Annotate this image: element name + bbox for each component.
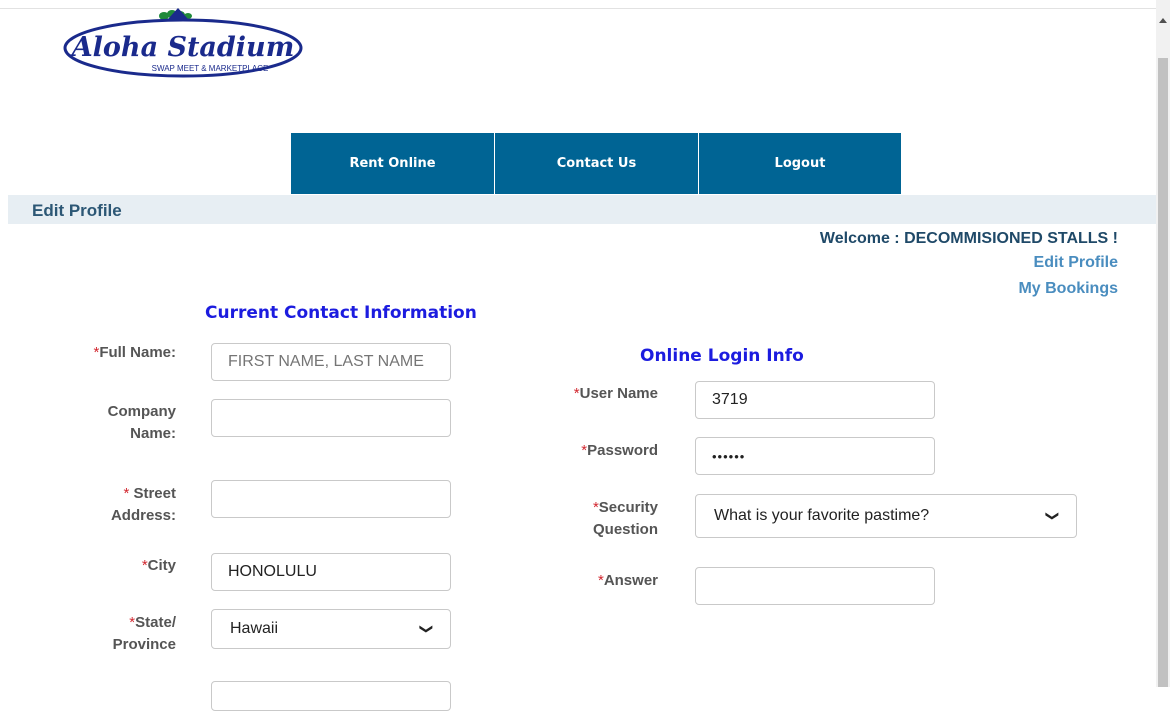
company-label-line2: Name: — [130, 425, 176, 442]
nav-rent-online[interactable]: Rent Online — [291, 133, 495, 194]
street-label-line2: Address: — [110, 507, 176, 524]
state-value: Hawaii — [230, 620, 279, 637]
my-bookings-link[interactable]: My Bookings — [1018, 280, 1118, 298]
answer-label: *Answer — [598, 570, 658, 592]
password-input[interactable]: •••••• — [695, 437, 935, 475]
password-label-text: Password — [587, 442, 658, 459]
city-label-text: City — [147, 557, 176, 574]
city-input[interactable]: HONOLULU — [211, 553, 451, 591]
scrollbar-thumb[interactable] — [1158, 58, 1168, 687]
answer-input[interactable] — [695, 567, 935, 605]
company-name-input[interactable] — [211, 399, 451, 437]
state-label-line1: State/ — [135, 614, 176, 631]
edit-profile-link[interactable]: Edit Profile — [1034, 254, 1118, 272]
nav-logout[interactable]: Logout — [699, 133, 901, 194]
next-field-input[interactable] — [211, 681, 451, 711]
street-label-line1: Street — [133, 485, 176, 502]
security-question-select[interactable]: What is your favorite pastime? ❯ — [695, 494, 1077, 538]
city-value: HONOLULU — [228, 563, 317, 580]
username-input[interactable]: 3719 — [695, 381, 935, 419]
city-label: *City — [142, 555, 176, 577]
state-select[interactable]: Hawaii ❯ — [211, 609, 451, 649]
security-label-line2: Question — [592, 521, 658, 538]
state-label-line2: Province — [112, 636, 176, 653]
company-label-line1: Company — [107, 403, 176, 420]
logo-title: Aloha Stadium — [69, 32, 295, 63]
chevron-down-icon: ❯ — [419, 623, 435, 635]
security-question-value: What is your favorite pastime? — [714, 507, 930, 524]
username-value: 3719 — [712, 391, 748, 408]
aloha-stadium-logo[interactable]: Aloha Stadium SWAP MEET & MARKETPLACE — [60, 0, 305, 95]
full-name-placeholder: FIRST NAME, LAST NAME — [228, 353, 424, 370]
full-name-input[interactable]: FIRST NAME, LAST NAME — [211, 343, 451, 381]
full-name-label: *Full Name: — [93, 342, 176, 364]
password-value: •••••• — [712, 448, 746, 464]
scroll-up-arrow-icon[interactable] — [1159, 18, 1167, 23]
full-name-label-text: Full Name: — [99, 344, 176, 361]
username-label-text: User Name — [579, 385, 658, 402]
login-heading: Online Login Info — [640, 346, 804, 366]
security-label-line1: Security — [598, 499, 658, 516]
required-mark: * — [123, 485, 130, 502]
password-label: *Password — [581, 440, 658, 462]
security-question-label: *Security Question — [593, 497, 658, 541]
nav-contact-us[interactable]: Contact Us — [495, 133, 699, 194]
company-name-label: Company Name: — [108, 401, 176, 445]
answer-label-text: Answer — [603, 572, 658, 589]
username-label: *User Name — [574, 383, 658, 405]
page-title: Edit Profile — [32, 201, 122, 220]
chevron-down-icon: ❯ — [1045, 510, 1061, 522]
street-address-label: * Street Address: — [111, 483, 176, 527]
contact-heading: Current Contact Information — [205, 303, 477, 323]
logo-subtitle: SWAP MEET & MARKETPLACE — [152, 64, 269, 73]
page-title-bar: Edit Profile — [8, 195, 1156, 224]
welcome-text: Welcome : DECOMMISIONED STALLS ! — [819, 230, 1118, 247]
main-nav: Rent Online Contact Us Logout — [291, 133, 901, 194]
state-province-label: *State/Province — [113, 612, 176, 656]
street-address-input[interactable] — [211, 480, 451, 518]
